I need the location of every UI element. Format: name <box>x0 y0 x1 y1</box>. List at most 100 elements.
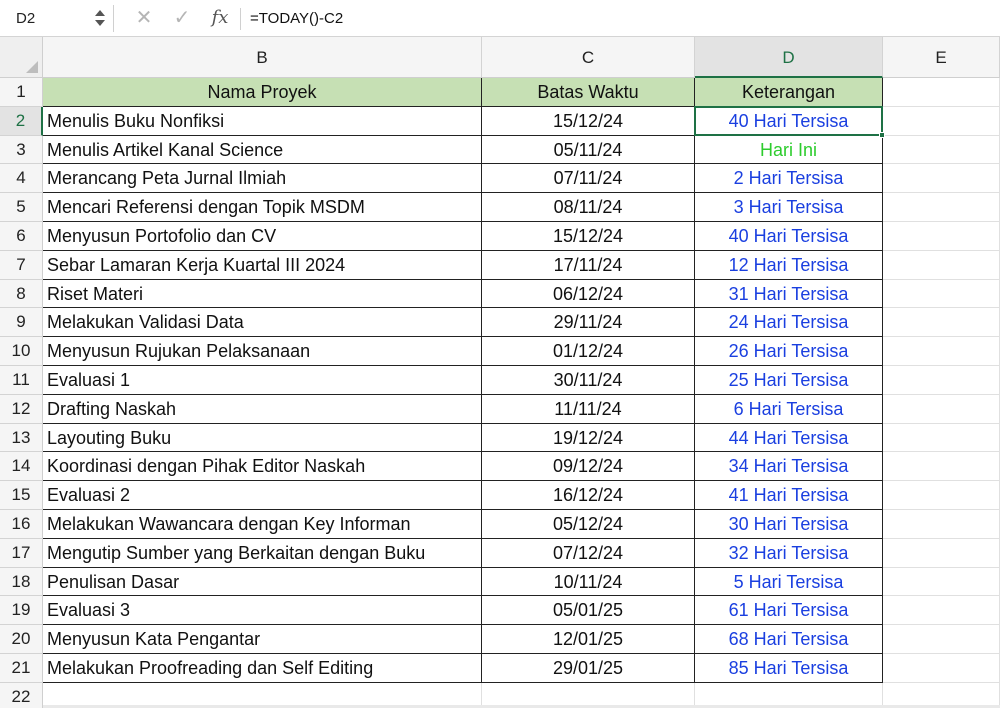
project-name-cell[interactable]: Koordinasi dengan Pihak Editor Naskah <box>43 452 482 482</box>
empty-cell[interactable] <box>883 308 1000 338</box>
name-box-stepper-icon[interactable] <box>95 7 105 29</box>
deadline-cell[interactable]: 29/01/25 <box>482 654 695 683</box>
fill-handle[interactable] <box>879 131 885 138</box>
deadline-cell[interactable]: 05/11/24 <box>482 135 695 165</box>
deadline-cell[interactable]: 05/01/25 <box>482 596 695 626</box>
empty-cell[interactable] <box>883 538 1000 568</box>
empty-cell[interactable] <box>883 567 1000 597</box>
row-header-17[interactable]: 17 <box>0 538 43 568</box>
deadline-cell[interactable]: 07/11/24 <box>482 164 695 194</box>
deadline-cell[interactable]: 29/11/24 <box>482 308 695 338</box>
table-header-cell[interactable]: Nama Proyek <box>43 78 482 107</box>
project-name-cell[interactable]: Drafting Naskah <box>43 394 482 424</box>
empty-cell[interactable] <box>883 337 1000 366</box>
insert-function-button[interactable]: fx <box>206 4 234 32</box>
deadline-cell[interactable]: 12/01/25 <box>482 625 695 654</box>
project-name-cell[interactable]: Menyusun Portofolio dan CV <box>43 222 482 251</box>
project-name-cell[interactable]: Menyusun Kata Pengantar <box>43 625 482 654</box>
formula-input[interactable]: =TODAY()-C2 <box>250 10 343 27</box>
row-header-6[interactable]: 6 <box>0 222 43 251</box>
status-cell[interactable]: 5 Hari Tersisa <box>695 567 883 597</box>
empty-cell[interactable] <box>883 394 1000 424</box>
project-name-cell[interactable]: Melakukan Validasi Data <box>43 308 482 338</box>
deadline-cell[interactable]: 16/12/24 <box>482 481 695 510</box>
project-name-cell[interactable]: Evaluasi 3 <box>43 596 482 626</box>
empty-cell[interactable] <box>883 135 1000 165</box>
row-header-12[interactable]: 12 <box>0 394 43 424</box>
column-header-c[interactable]: C <box>482 37 695 78</box>
empty-cell[interactable] <box>883 366 1000 395</box>
deadline-cell[interactable]: 05/12/24 <box>482 510 695 539</box>
status-cell[interactable]: 25 Hari Tersisa <box>695 366 883 395</box>
empty-cell[interactable] <box>883 510 1000 539</box>
row-header-2[interactable]: 2 <box>0 106 43 136</box>
project-name-cell[interactable]: Penulisan Dasar <box>43 567 482 597</box>
empty-cell[interactable] <box>883 164 1000 194</box>
select-all-corner[interactable] <box>0 37 43 78</box>
empty-cell[interactable] <box>883 625 1000 654</box>
empty-cell[interactable] <box>883 654 1000 683</box>
empty-cell[interactable] <box>883 596 1000 626</box>
project-name-cell[interactable]: Mencari Referensi dengan Topik MSDM <box>43 193 482 222</box>
status-cell[interactable]: 44 Hari Tersisa <box>695 423 883 453</box>
row-header-19[interactable]: 19 <box>0 596 43 626</box>
row-header-11[interactable]: 11 <box>0 366 43 395</box>
status-cell[interactable]: 31 Hari Tersisa <box>695 279 883 309</box>
deadline-cell[interactable]: 30/11/24 <box>482 366 695 395</box>
column-header-e[interactable]: E <box>883 37 1000 78</box>
cell-e1[interactable] <box>883 78 1000 107</box>
empty-cell[interactable] <box>883 222 1000 251</box>
status-cell[interactable]: 30 Hari Tersisa <box>695 510 883 539</box>
project-name-cell[interactable]: Melakukan Proofreading dan Self Editing <box>43 654 482 683</box>
row-header-4[interactable]: 4 <box>0 164 43 194</box>
row-header-1[interactable]: 1 <box>0 78 43 107</box>
deadline-cell[interactable]: 09/12/24 <box>482 452 695 482</box>
status-cell[interactable]: 3 Hari Tersisa <box>695 193 883 222</box>
row-header-9[interactable]: 9 <box>0 308 43 338</box>
row-header-21[interactable]: 21 <box>0 654 43 683</box>
row-header-5[interactable]: 5 <box>0 193 43 222</box>
project-name-cell[interactable]: Evaluasi 1 <box>43 366 482 395</box>
row-header-22[interactable]: 22 <box>0 682 43 708</box>
status-cell[interactable]: 61 Hari Tersisa <box>695 596 883 626</box>
deadline-cell[interactable]: 01/12/24 <box>482 337 695 366</box>
row-header-3[interactable]: 3 <box>0 135 43 165</box>
status-cell[interactable]: 2 Hari Tersisa <box>695 164 883 194</box>
row-header-20[interactable]: 20 <box>0 625 43 654</box>
empty-cell[interactable] <box>883 279 1000 309</box>
project-name-cell[interactable]: Riset Materi <box>43 279 482 309</box>
deadline-cell[interactable]: 15/12/24 <box>482 222 695 251</box>
status-cell[interactable]: Hari Ini <box>695 135 883 165</box>
column-header-d[interactable]: D <box>695 37 883 78</box>
status-cell[interactable]: 34 Hari Tersisa <box>695 452 883 482</box>
status-cell[interactable]: 41 Hari Tersisa <box>695 481 883 510</box>
row-header-8[interactable]: 8 <box>0 279 43 309</box>
deadline-cell[interactable]: 19/12/24 <box>482 423 695 453</box>
status-cell[interactable]: 12 Hari Tersisa <box>695 250 883 280</box>
deadline-cell[interactable]: 17/11/24 <box>482 250 695 280</box>
empty-cell[interactable] <box>883 423 1000 453</box>
project-name-cell[interactable]: Menulis Artikel Kanal Science <box>43 135 482 165</box>
deadline-cell[interactable]: 06/12/24 <box>482 279 695 309</box>
name-box[interactable]: D2 <box>6 5 114 32</box>
project-name-cell[interactable]: Evaluasi 2 <box>43 481 482 510</box>
enter-formula-button[interactable]: ✓ <box>168 4 196 32</box>
status-cell[interactable]: 32 Hari Tersisa <box>695 538 883 568</box>
empty-cell[interactable] <box>883 250 1000 280</box>
project-name-cell[interactable]: Melakukan Wawancara dengan Key Informan <box>43 510 482 539</box>
empty-cell[interactable] <box>883 106 1000 136</box>
project-name-cell[interactable]: Mengutip Sumber yang Berkaitan dengan Bu… <box>43 538 482 568</box>
row-header-15[interactable]: 15 <box>0 481 43 510</box>
empty-cell[interactable] <box>883 481 1000 510</box>
status-cell[interactable]: 24 Hari Tersisa <box>695 308 883 338</box>
project-name-cell[interactable]: Merancang Peta Jurnal Ilmiah <box>43 164 482 194</box>
deadline-cell[interactable]: 07/12/24 <box>482 538 695 568</box>
table-header-cell[interactable]: Batas Waktu <box>482 78 695 107</box>
empty-cell[interactable] <box>883 193 1000 222</box>
status-cell[interactable]: 26 Hari Tersisa <box>695 337 883 366</box>
status-cell[interactable]: 40 Hari Tersisa <box>695 106 883 136</box>
row-header-14[interactable]: 14 <box>0 452 43 482</box>
deadline-cell[interactable]: 15/12/24 <box>482 106 695 136</box>
row-header-16[interactable]: 16 <box>0 510 43 539</box>
row-header-18[interactable]: 18 <box>0 567 43 597</box>
